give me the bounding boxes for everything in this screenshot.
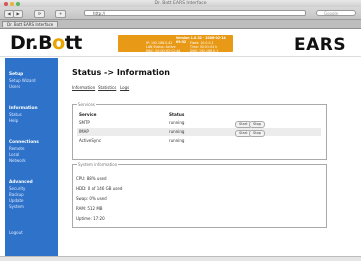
reload-button[interactable]: ⟳ <box>34 10 45 18</box>
tab-ears-interface[interactable]: Dr. Bott EARS Interface <box>2 21 58 27</box>
tab-bar: Dr. Bott EARS Interface <box>0 20 361 29</box>
uptime: Uptime: 17:20 <box>76 216 105 221</box>
table-row: ActiveSync running <box>77 137 321 145</box>
sidebar: Setup Setup Wizard Users Information Sta… <box>5 58 58 260</box>
sidebar-item-logout[interactable]: Logout <box>9 230 23 235</box>
link-logs[interactable]: Logs <box>120 85 129 90</box>
zoom-window-icon[interactable] <box>16 1 20 6</box>
service-name: SMTP <box>79 120 90 125</box>
sidebar-heading-setup: Setup <box>9 72 24 77</box>
search-field[interactable]: Google <box>316 10 356 16</box>
ram-size: RAM: 512 MB <box>76 206 103 211</box>
sidebar-item-help[interactable]: Help <box>9 118 18 123</box>
window-titlebar: Dr. Bott EARS Interface <box>0 0 361 7</box>
stop-button[interactable]: Stop <box>249 120 265 128</box>
sidebar-item-network[interactable]: Network <box>9 158 26 163</box>
system-info-panel: System information CPU: 88% used HDD: 0 … <box>72 162 327 228</box>
browser-toolbar: ◀ ▶ ⟳ + http:// Google <box>0 7 361 20</box>
url-field[interactable]: http:// <box>84 10 306 16</box>
table-row: IMAP running Start Stop <box>77 128 321 137</box>
device-info-box: Version 1.0.32 · 2008-02-14 09:32 IP: 19… <box>118 35 233 53</box>
info-line: DNS: 192.168.0.1 <box>190 48 219 53</box>
link-statistics[interactable]: Statistics <box>98 85 116 90</box>
window-title: Dr. Bott EARS Interface <box>154 1 207 6</box>
table-row: SMTP running Start Stop <box>77 119 321 128</box>
info-line: MAC: 00:0D:93:12:4A <box>146 48 181 53</box>
column-header-service: Service <box>79 112 97 117</box>
page-title: Status -> Information <box>72 68 170 77</box>
dr-bott-logo: Dr.Bott <box>10 32 82 54</box>
sidebar-item-users[interactable]: Users <box>9 84 20 89</box>
add-bookmark-button[interactable]: + <box>55 10 66 18</box>
sidebar-item-security[interactable]: Security <box>9 186 25 191</box>
cpu-usage: CPU: 88% used <box>76 176 107 181</box>
system-info-legend: System information <box>77 162 119 167</box>
services-legend: Services <box>77 102 96 107</box>
service-status: running <box>169 138 185 143</box>
link-information[interactable]: Information <box>72 85 95 90</box>
close-window-icon[interactable] <box>4 1 8 6</box>
sidebar-item-status[interactable]: Status <box>9 112 22 117</box>
page-header: Dr.Bott Version 1.0.32 · 2008-02-14 09:3… <box>0 29 361 57</box>
hdd-usage: HDD: 0 of 146 GB used <box>76 186 123 191</box>
column-header-status: Status <box>169 112 185 117</box>
sidebar-item-remote[interactable]: Remote <box>9 146 24 151</box>
sidebar-item-system[interactable]: System <box>9 204 24 209</box>
services-panel: Services Service Status SMTP running Sta… <box>72 102 327 160</box>
sidebar-item-backup[interactable]: Backup <box>9 192 24 197</box>
stop-button[interactable]: Stop <box>249 129 265 137</box>
sidebar-heading-connections: Connections <box>9 140 39 145</box>
service-status: running <box>169 120 185 125</box>
service-name: ActiveSync <box>79 138 102 143</box>
service-name: IMAP <box>79 129 89 134</box>
sidebar-heading-information: Information <box>9 106 38 111</box>
browser-statusbar <box>0 256 361 261</box>
service-status: running <box>169 129 185 134</box>
sidebar-item-setup-wizard[interactable]: Setup Wizard <box>9 78 36 83</box>
swap-usage: Swap: 0% used <box>76 196 107 201</box>
sidebar-item-local[interactable]: Local <box>9 152 19 157</box>
forward-button[interactable]: ▶ <box>13 10 23 18</box>
sidebar-heading-advanced: Advanced <box>9 180 33 185</box>
minimize-window-icon[interactable] <box>10 1 14 6</box>
sidebar-item-update[interactable]: Update <box>9 198 24 203</box>
ears-product-logo: EARS <box>294 35 347 55</box>
